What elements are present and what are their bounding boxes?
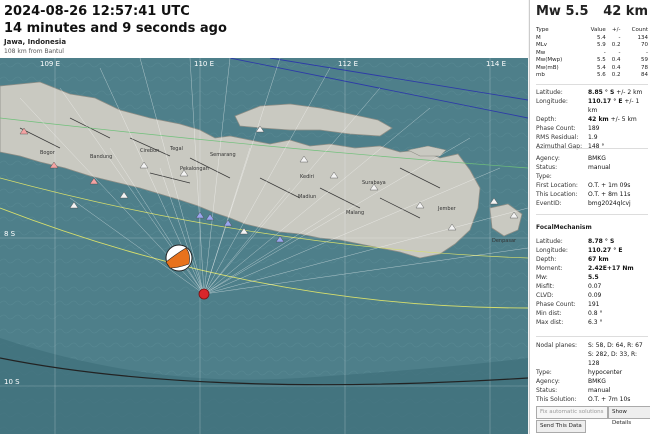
divider (536, 148, 648, 149)
svg-text:Kediri: Kediri (300, 174, 314, 180)
svg-text:Denpasar: Denpasar (492, 238, 517, 244)
table-row: Mw - - - (536, 49, 648, 56)
show-details-button[interactable]: Show Details (608, 406, 650, 426)
magnitude-header: Mw 5.5 42 km (536, 4, 648, 22)
svg-text:Madiun: Madiun (298, 194, 316, 200)
event-header: 2024-08-26 12:57:41 UTC 14 minutes and 9… (0, 0, 528, 58)
table-row: MLv 5.9 0.2 70 (536, 42, 648, 48)
svg-text:Cirebon: Cirebon (140, 148, 159, 154)
event-region: Jawa, Indonesia (4, 38, 67, 46)
svg-text:Bandung: Bandung (90, 154, 112, 160)
focal-mechanism-beachball[interactable] (165, 244, 193, 272)
svg-text:Pekalongan: Pekalongan (180, 166, 209, 172)
table-row: Mw(Mwp) 5.5 0.4 59 (536, 57, 648, 63)
table-row: Mw(mB) 5.4 0.4 78 (536, 64, 648, 71)
magnitude-table: Type Value +/- Count M 5.4-134 MLv 5.9 0.2 7… (536, 27, 648, 80)
lat-label-10s: 10 S (4, 378, 20, 386)
focal-mechanism-title: FocalMechanism (536, 224, 592, 231)
event-distance: 108 km from Bantul (4, 48, 64, 55)
fix-automatic-solutions-button[interactable]: Fix automatic solutions (536, 406, 608, 419)
origin-info: Latitude: 8.85 ° S +/- 2 km Longitude: 110… (536, 89, 643, 150)
svg-text:Semarang: Semarang (210, 152, 236, 158)
epicenter-marker[interactable] (198, 288, 210, 300)
event-elapsed: 14 minutes and 9 seconds ago (4, 21, 227, 36)
nodal-planes-info: Nodal planes: S: 58, D: 64, R: 67 S: 282,… (536, 342, 643, 403)
svg-text:Surabaya: Surabaya (362, 180, 386, 186)
divider (536, 336, 648, 337)
magnitude-value: Mw 5.5 (536, 4, 589, 19)
lon-label-114: 114 E (486, 60, 506, 68)
event-map[interactable]: 109 E 110 E 112 E 114 E 8 S 10 S Bandung… (0, 58, 528, 434)
event-time: 2024-08-26 12:57:41 UTC (4, 4, 190, 19)
svg-text:Malang: Malang (346, 210, 364, 216)
lon-label-110: 110 E (194, 60, 214, 68)
focal-mechanism-info: Latitude: 8.78 ° S Longitude: 110.27 ° E D… (536, 238, 634, 326)
agency-info: Agency: BMKG Status: manual Type: First Lo… (536, 155, 631, 207)
send-this-data-button[interactable]: Send This Data (536, 420, 586, 433)
depth-value: 42 km (603, 4, 648, 19)
divider (536, 84, 648, 85)
map-canvas[interactable]: 109 E 110 E 112 E 114 E 8 S 10 S Bandung… (0, 58, 528, 434)
svg-text:Jember: Jember (437, 206, 457, 212)
svg-text:Tegal: Tegal (169, 146, 183, 152)
table-row: M 5.4-134 (536, 34, 648, 41)
divider (536, 214, 648, 215)
lon-label-112: 112 E (338, 60, 358, 68)
table-row: mb 5.6 0.2 84 (536, 72, 648, 78)
table-header-row: Type Value +/- Count (536, 27, 648, 33)
lon-label-109: 109 E (40, 60, 60, 68)
svg-text:Bogor: Bogor (40, 150, 56, 156)
event-details-panel: Mw 5.5 42 km Type Value +/- Count M 5.4-1… (529, 0, 650, 434)
lat-label-8s: 8 S (4, 230, 16, 238)
